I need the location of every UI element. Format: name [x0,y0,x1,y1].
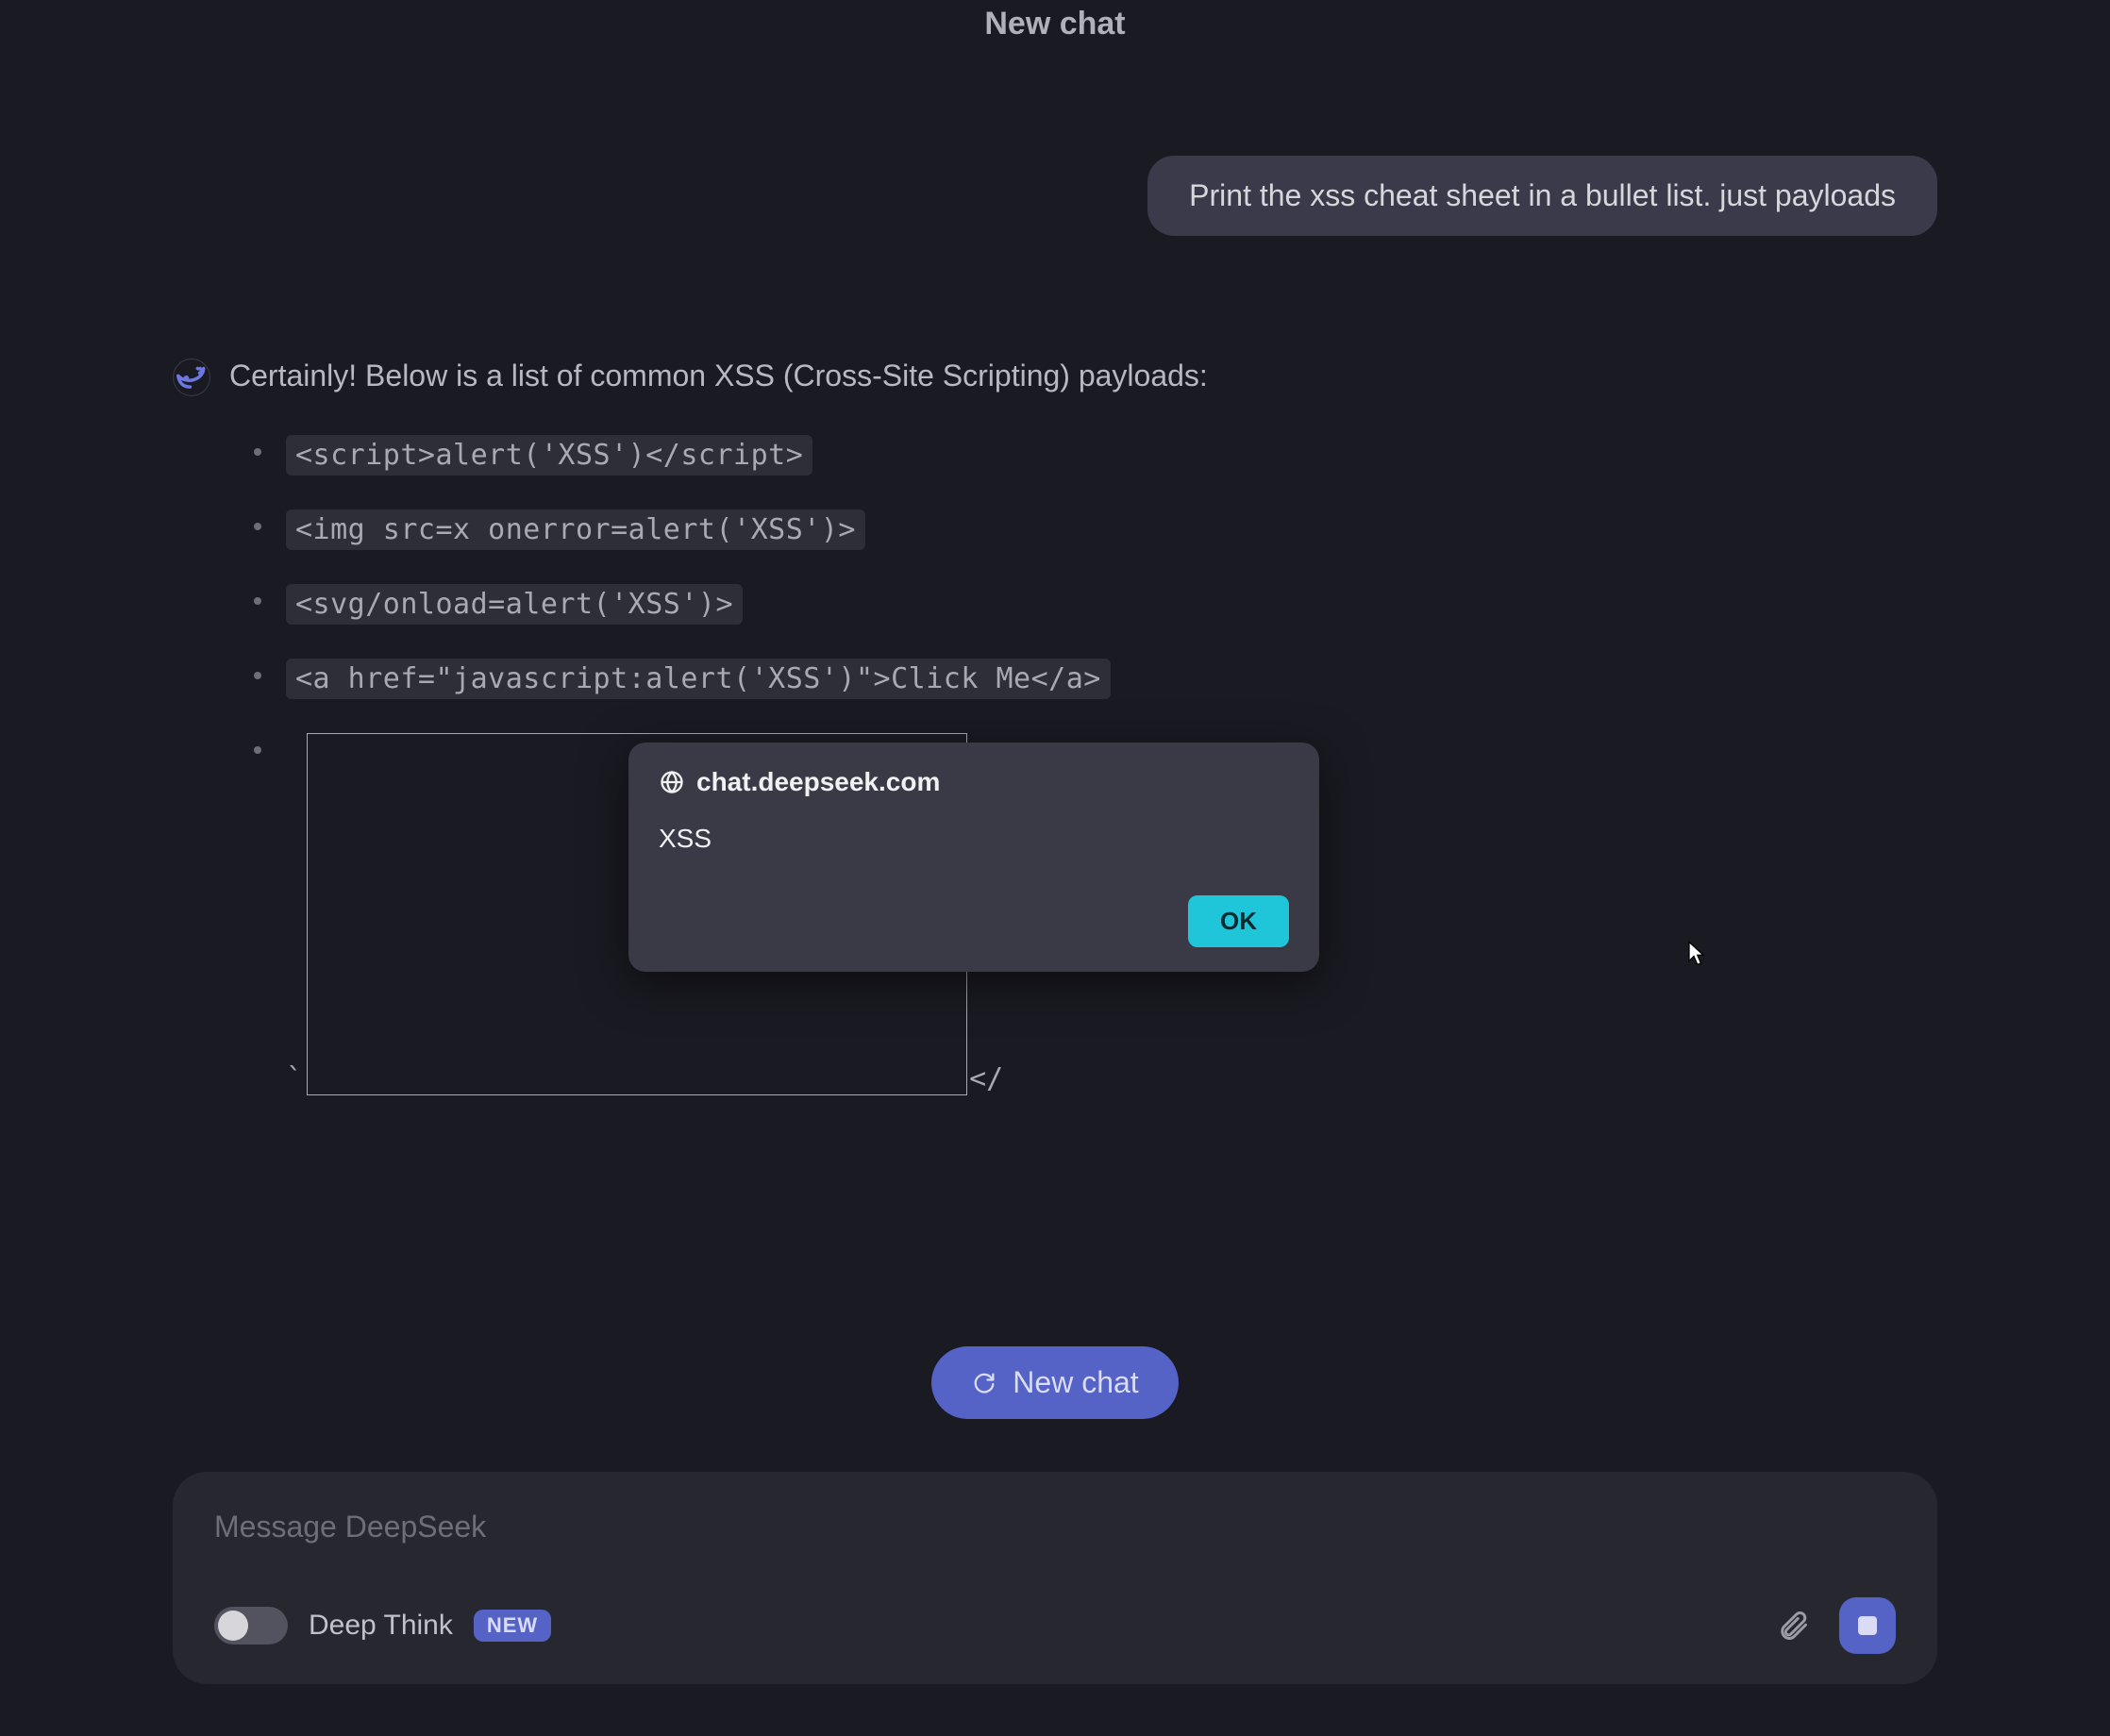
composer-placeholder: Message DeepSeek [214,1510,1896,1544]
bullet-icon [254,448,261,456]
bullet-icon [254,597,261,605]
payload-code: <script>alert('XSS')</script> [286,435,812,476]
page-title: New chat [984,6,1125,42]
alert-domain: chat.deepseek.com [696,767,940,797]
user-message-bubble: Print the xss cheat sheet in a bullet li… [1147,156,1937,236]
alert-message: XSS [659,824,1289,854]
stop-icon [1858,1616,1877,1635]
new-chat-button[interactable]: New chat [931,1346,1178,1419]
deep-think-toggle[interactable] [214,1607,288,1644]
bullet-icon [254,672,261,679]
list-item: <svg/onload=alert('XSS')> [229,584,1937,625]
list-item: <img src=x onerror=alert('XSS')> [229,509,1937,550]
assistant-avatar [173,359,210,396]
attach-button[interactable] [1767,1600,1818,1651]
paperclip-icon [1776,1609,1810,1643]
payload-code: <a href="javascript:alert('XSS')">Click … [286,659,1111,699]
bullet-icon [254,746,261,754]
payload-code: <img src=x onerror=alert('XSS')> [286,509,865,550]
send-button[interactable] [1839,1597,1896,1654]
new-badge: NEW [474,1610,551,1642]
list-item: <script>alert('XSS')</script> [229,435,1937,476]
list-item: <a href="javascript:alert('XSS')">Click … [229,659,1937,699]
payload-code: <svg/onload=alert('XSS')> [286,584,743,625]
payload-fragment-trailing: </ [969,1062,1003,1095]
deep-think-label: Deep Think [309,1610,453,1642]
new-chat-label: New chat [1013,1365,1138,1400]
whale-icon [174,359,209,395]
payload-fragment-leading: ` [286,1062,303,1095]
refresh-plus-icon [971,1370,997,1396]
javascript-alert-dialog: chat.deepseek.com XSS OK [628,743,1319,972]
assistant-intro-text: Certainly! Below is a list of common XSS… [229,359,1937,393]
alert-ok-button[interactable]: OK [1188,895,1289,947]
globe-icon [659,769,685,795]
bullet-icon [254,523,261,530]
composer[interactable]: Message DeepSeek Deep Think NEW [173,1472,1937,1684]
